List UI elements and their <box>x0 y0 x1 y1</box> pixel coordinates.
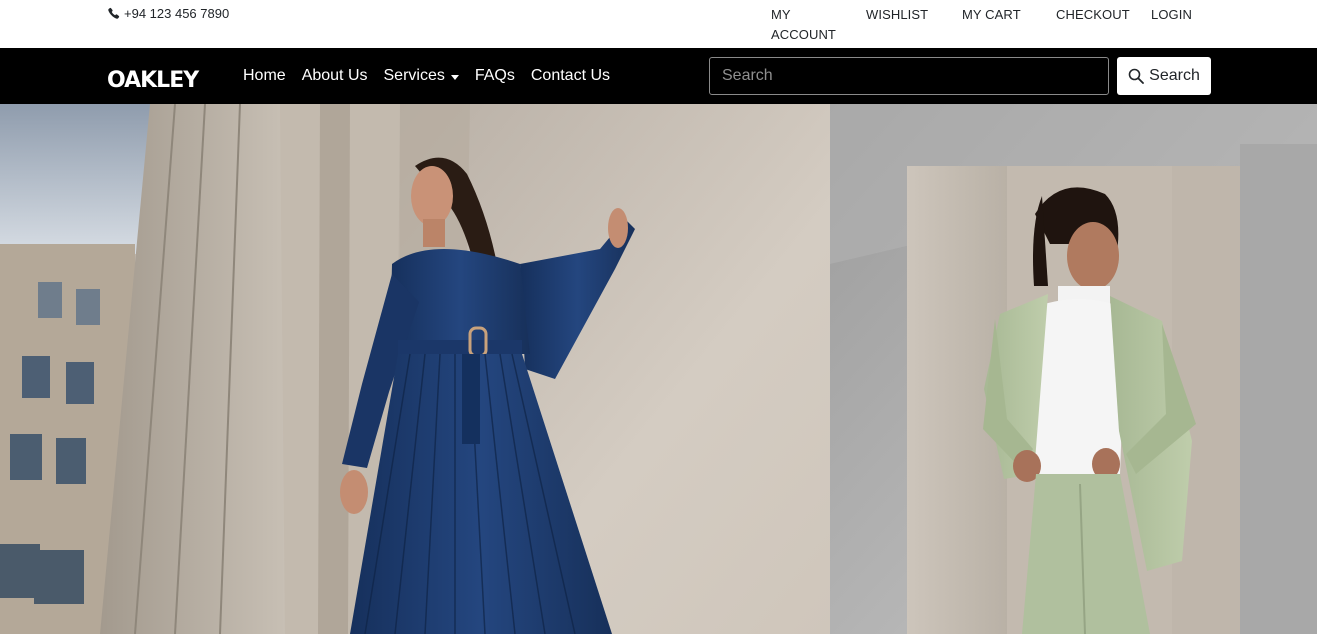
search-button-label: Search <box>1149 67 1200 84</box>
caret-down-icon <box>450 74 459 80</box>
hero-banner <box>0 104 1317 634</box>
wishlist-link[interactable]: WISHLIST <box>866 5 928 25</box>
sky <box>0 104 160 254</box>
phone-contact[interactable]: +94 123 456 7890 <box>107 6 229 21</box>
my-cart-link[interactable]: MY CART <box>962 5 1021 25</box>
column-shadow <box>318 104 350 634</box>
checkout-link[interactable]: CHECKOUT <box>1056 5 1130 25</box>
search-input[interactable] <box>709 57 1109 95</box>
nav-home[interactable]: Home <box>243 67 286 85</box>
nav-about[interactable]: About Us <box>302 67 368 85</box>
main-navbar: OAKLEY Home About Us Services FAQs Conta… <box>0 48 1317 104</box>
search-button[interactable]: Search <box>1117 57 1211 95</box>
nav-contact[interactable]: Contact Us <box>531 67 610 85</box>
nav-services[interactable]: Services <box>384 67 459 85</box>
top-bar: +94 123 456 7890 MY ACCOUNT WISHLIST MY … <box>0 0 1317 48</box>
phone-icon <box>108 7 120 19</box>
oakley-logo[interactable]: OAKLEY <box>107 66 207 90</box>
search-icon <box>1128 68 1145 84</box>
my-account-link[interactable]: MY ACCOUNT <box>771 5 841 45</box>
logo-text: OAKLEY <box>107 68 200 90</box>
primary-nav: Home About Us Services FAQs Contact Us <box>243 48 626 104</box>
phone-number: +94 123 456 7890 <box>124 6 230 21</box>
nav-services-label: Services <box>383 67 445 84</box>
nav-faqs[interactable]: FAQs <box>475 67 515 85</box>
hero-image <box>0 104 1317 634</box>
right-wall-panel <box>1240 144 1317 634</box>
login-link[interactable]: LOGIN <box>1151 5 1192 25</box>
